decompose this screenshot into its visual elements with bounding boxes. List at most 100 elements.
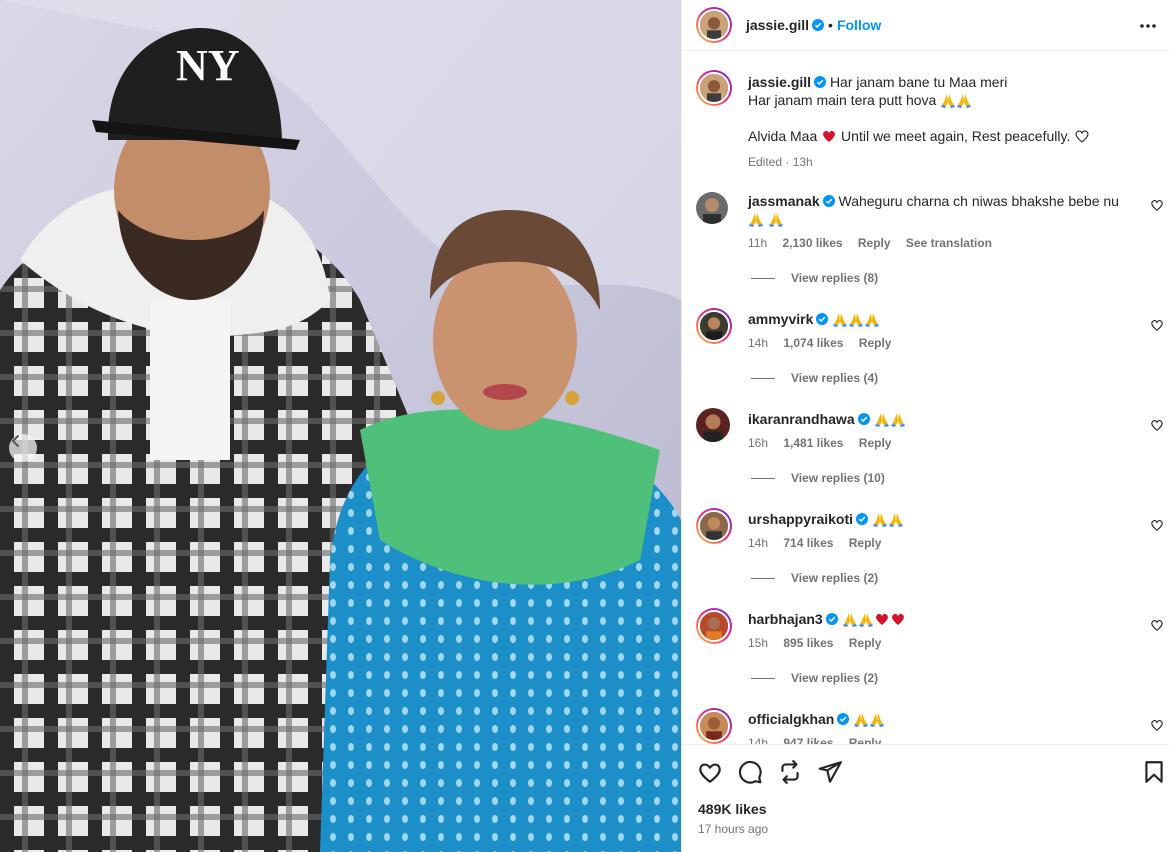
reply-button[interactable]: Reply <box>849 736 882 744</box>
comment-time[interactable]: 15h <box>748 636 768 650</box>
comment-avatar[interactable] <box>696 408 730 442</box>
caption-line-2: Har janam main tera putt hova <box>748 92 937 108</box>
comment-avatar[interactable] <box>696 308 732 344</box>
comment-likes[interactable]: 2,130 likes <box>782 236 842 250</box>
carousel-prev-button[interactable] <box>9 434 37 462</box>
follow-button[interactable]: Follow <box>837 17 881 33</box>
folded-hands-emoji <box>849 313 864 327</box>
heart-icon[interactable] <box>1150 198 1164 212</box>
more-options-icon[interactable] <box>1138 16 1158 36</box>
post-header: jassie.gill • Follow <box>682 0 1169 51</box>
white-heart-emoji <box>1075 130 1089 143</box>
verified-badge-icon <box>812 19 825 31</box>
verified-badge-icon <box>816 313 829 325</box>
comment-item: urshappyraikoti 14h 714 likes Reply View… <box>682 508 1169 598</box>
reply-button[interactable]: Reply <box>859 336 892 350</box>
bookmark-icon[interactable] <box>1141 759 1167 785</box>
comment-avatar[interactable] <box>696 608 732 644</box>
caption-username[interactable]: jassie.gill <box>748 74 811 90</box>
comment-avatar[interactable] <box>696 508 732 544</box>
red-heart-emoji <box>891 613 904 625</box>
comment-item: ikaranrandhawa 16h 1,481 likes Reply Vie… <box>682 408 1169 498</box>
post-side-panel: jassie.gill • Follow jassie.gill Har jan… <box>681 0 1169 852</box>
reply-button[interactable]: Reply <box>859 436 892 450</box>
comment-username[interactable]: urshappyraikoti <box>748 511 853 527</box>
author-username[interactable]: jassie.gill <box>746 17 809 33</box>
heart-icon[interactable] <box>1150 518 1164 532</box>
see-translation-button[interactable]: See translation <box>906 236 992 250</box>
verified-badge-icon <box>814 76 827 88</box>
comment-text: Waheguru charna ch niwas bhakshe bebe nu <box>838 193 1119 209</box>
chevron-left-icon <box>11 435 19 447</box>
folded-hands-emoji <box>890 413 905 427</box>
comment-item: ammyvirk 14h 1,074 likes Reply View repl… <box>682 308 1169 398</box>
view-replies-button[interactable]: View replies (8) <box>751 271 878 285</box>
repost-icon[interactable] <box>777 759 803 785</box>
comment-icon[interactable] <box>737 759 763 785</box>
post-image: NY <box>0 0 681 852</box>
comment-likes[interactable]: 947 likes <box>783 736 833 744</box>
comment-likes[interactable]: 1,074 likes <box>783 336 843 350</box>
red-heart-emoji <box>823 130 836 142</box>
verified-badge-icon <box>857 413 870 425</box>
folded-hands-emoji <box>870 713 885 727</box>
reply-button[interactable]: Reply <box>858 236 891 250</box>
caption-edited: Edited · 13h <box>748 155 813 169</box>
author-avatar[interactable] <box>696 7 732 43</box>
comment-username[interactable]: officialgkhan <box>748 711 834 727</box>
separator-dot: • <box>828 17 833 33</box>
verified-badge-icon <box>856 513 869 525</box>
post-photo: NY <box>0 0 681 852</box>
folded-hands-emoji <box>858 613 873 627</box>
comment-username[interactable]: harbhajan3 <box>748 611 823 627</box>
post-actions: 489K likes 17 hours ago <box>682 744 1169 852</box>
folded-hands-emoji <box>957 94 972 108</box>
comment-likes[interactable]: 1,481 likes <box>783 436 843 450</box>
comment-username[interactable]: jassmanak <box>748 193 820 209</box>
comment-avatar[interactable] <box>696 192 728 224</box>
comment-time[interactable]: 14h <box>748 336 768 350</box>
comment-likes[interactable]: 895 likes <box>783 636 833 650</box>
red-heart-emoji <box>875 613 888 625</box>
view-replies-button[interactable]: View replies (2) <box>751 671 878 685</box>
comment-time[interactable]: 16h <box>748 436 768 450</box>
reply-button[interactable]: Reply <box>849 536 882 550</box>
folded-hands-emoji <box>872 513 887 527</box>
svg-text:NY: NY <box>176 41 240 90</box>
post-time[interactable]: 17 hours ago <box>698 822 768 836</box>
folded-hands-emoji <box>941 94 956 108</box>
comment-time[interactable]: 14h <box>748 736 768 744</box>
folded-hands-emoji <box>768 213 783 227</box>
comment-username[interactable]: ammyvirk <box>748 311 813 327</box>
folded-hands-emoji <box>842 613 857 627</box>
comment-likes[interactable]: 714 likes <box>783 536 833 550</box>
caption-line-3a: Alvida Maa <box>748 128 818 144</box>
send-icon[interactable] <box>817 759 843 785</box>
caption: jassie.gill Har janam bane tu Maa meri H… <box>748 73 1148 171</box>
comment-item: officialgkhan 14h 947 likes Reply <box>682 708 1169 744</box>
comment-time[interactable]: 11h <box>748 236 767 250</box>
reply-button[interactable]: Reply <box>849 636 882 650</box>
likes-count[interactable]: 489K likes <box>698 801 767 817</box>
caption-line-3b: Until we meet again, Rest peacefully. <box>841 128 1071 144</box>
folded-hands-emoji <box>874 413 889 427</box>
comment-time[interactable]: 14h <box>748 536 768 550</box>
folded-hands-emoji <box>833 313 848 327</box>
verified-badge-icon <box>822 195 835 207</box>
comments-scroll-area[interactable]: jassie.gill Har janam bane tu Maa meri H… <box>682 52 1169 744</box>
verified-badge-icon <box>825 613 838 625</box>
heart-icon[interactable] <box>697 759 723 785</box>
heart-icon[interactable] <box>1150 318 1164 332</box>
folded-hands-emoji <box>854 713 869 727</box>
comment-item: harbhajan3 15h 895 likes Reply View repl… <box>682 608 1169 698</box>
heart-icon[interactable] <box>1150 418 1164 432</box>
comment-avatar[interactable] <box>696 708 732 744</box>
view-replies-button[interactable]: View replies (4) <box>751 371 878 385</box>
comment-username[interactable]: ikaranrandhawa <box>748 411 855 427</box>
heart-icon[interactable] <box>1150 618 1164 632</box>
view-replies-button[interactable]: View replies (2) <box>751 571 878 585</box>
verified-badge-icon <box>837 713 850 725</box>
caption-avatar[interactable] <box>696 70 732 106</box>
view-replies-button[interactable]: View replies (10) <box>751 471 885 485</box>
heart-icon[interactable] <box>1150 718 1164 732</box>
